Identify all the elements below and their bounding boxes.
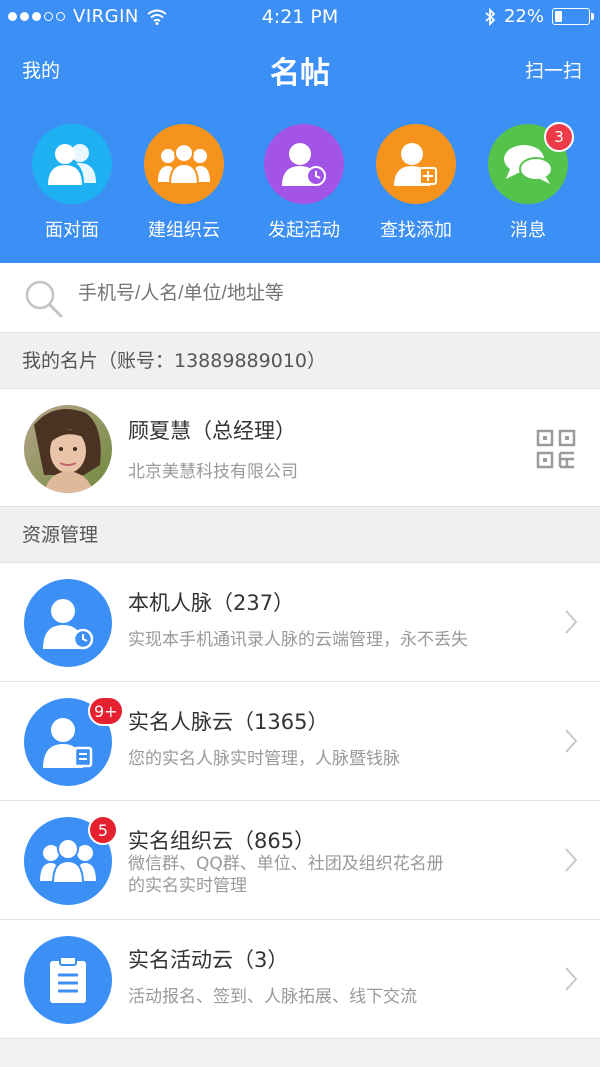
list-item-realname-contacts[interactable]: 9+ 实名人脉云（1365） 您的实名人脉实时管理，人脉暨钱脉	[0, 682, 600, 801]
list-item-desc: 微信群、QQ群、单位、社团及组织花名册 的实名实时管理	[128, 853, 548, 897]
list-item-title: 实名人脉云（1365）	[128, 710, 329, 734]
list-item-realname-events[interactable]: 实名活动云（3） 活动报名、签到、人脉拓展、线下交流	[0, 920, 600, 1039]
quick-action-label: 面对面	[45, 220, 99, 241]
search-icon	[25, 280, 63, 318]
person-clock-icon	[24, 579, 112, 667]
card-name: 顾夏慧（总经理）	[128, 419, 296, 443]
list-item-desc-line: 微信群、QQ群、单位、社团及组织花名册	[128, 854, 444, 874]
quick-actions: 面对面 建组织云 发起活动 查找添加 3 消息	[0, 122, 600, 244]
list-item-title: 实名活动云（3）	[128, 948, 289, 972]
list-item-realname-org[interactable]: 5 实名组织云（865） 微信群、QQ群、单位、社团及组织花名册 的实名实时管理	[0, 801, 600, 920]
search-bar[interactable]	[0, 263, 600, 333]
my-card[interactable]: 顾夏慧（总经理） 北京美慧科技有限公司	[0, 389, 600, 507]
chevron-right-icon	[565, 610, 578, 634]
list-item-local-contacts[interactable]: 本机人脉（237） 实现本手机通讯录人脉的云端管理，永不丢失	[0, 563, 600, 682]
unread-badge: 9+	[88, 696, 124, 726]
quick-action-start-event[interactable]: 发起活动	[248, 124, 360, 242]
chat-bubbles-icon: 3	[488, 122, 574, 204]
bluetooth-icon	[485, 7, 496, 26]
my-card-header: 我的名片（账号：13889889010）	[0, 333, 600, 389]
quick-action-label: 建组织云	[148, 220, 220, 241]
avatar	[24, 405, 112, 493]
battery-fill	[555, 11, 562, 22]
quick-action-face-to-face[interactable]: 面对面	[16, 124, 128, 242]
list-item-desc: 实现本手机通讯录人脉的云端管理，永不丢失	[128, 630, 468, 650]
qr-code-icon[interactable]	[536, 429, 576, 469]
two-people-icon	[32, 124, 112, 204]
battery-percent: 22%	[503, 6, 544, 27]
messages-badge: 3	[544, 122, 574, 152]
search-input[interactable]	[78, 283, 558, 305]
nav-bar: 我的 名帖 扫一扫	[0, 40, 600, 96]
list-item-desc: 您的实名人脉实时管理，人脉暨钱脉	[128, 749, 400, 769]
scan-button[interactable]: 扫一扫	[525, 56, 582, 83]
quick-action-label: 发起活动	[268, 220, 340, 241]
quick-action-find-add[interactable]: 查找添加	[360, 124, 472, 242]
page-title: 名帖	[270, 56, 330, 91]
quick-action-messages[interactable]: 3 消息	[472, 122, 584, 242]
chevron-right-icon	[565, 967, 578, 991]
resource-header: 资源管理	[0, 507, 600, 563]
quick-action-create-org[interactable]: 建组织云	[128, 124, 240, 242]
list-item-title: 实名组织云（865）	[128, 829, 316, 853]
card-company: 北京美慧科技有限公司	[128, 462, 298, 482]
group-icon	[144, 124, 224, 204]
status-right: 22%	[484, 6, 594, 27]
list-item-title: 本机人脉（237）	[128, 591, 295, 615]
chevron-right-icon	[565, 848, 578, 872]
person-add-icon	[376, 124, 456, 204]
clipboard-icon	[24, 936, 112, 1024]
battery-icon	[552, 8, 594, 25]
list-item-desc-line: 的实名实时管理	[128, 876, 247, 896]
unread-badge: 5	[88, 815, 118, 845]
status-bar: VIRGIN 4:21 PM 22%	[0, 0, 600, 36]
header: VIRGIN 4:21 PM 22% 我的 名帖 扫一扫 面对面 建组织云 发起…	[0, 0, 600, 263]
quick-action-label: 查找添加	[380, 220, 452, 241]
person-clock-icon	[264, 124, 344, 204]
list-item-desc: 活动报名、签到、人脉拓展、线下交流	[128, 987, 417, 1007]
quick-action-label: 消息	[510, 220, 546, 241]
chevron-right-icon	[565, 729, 578, 753]
